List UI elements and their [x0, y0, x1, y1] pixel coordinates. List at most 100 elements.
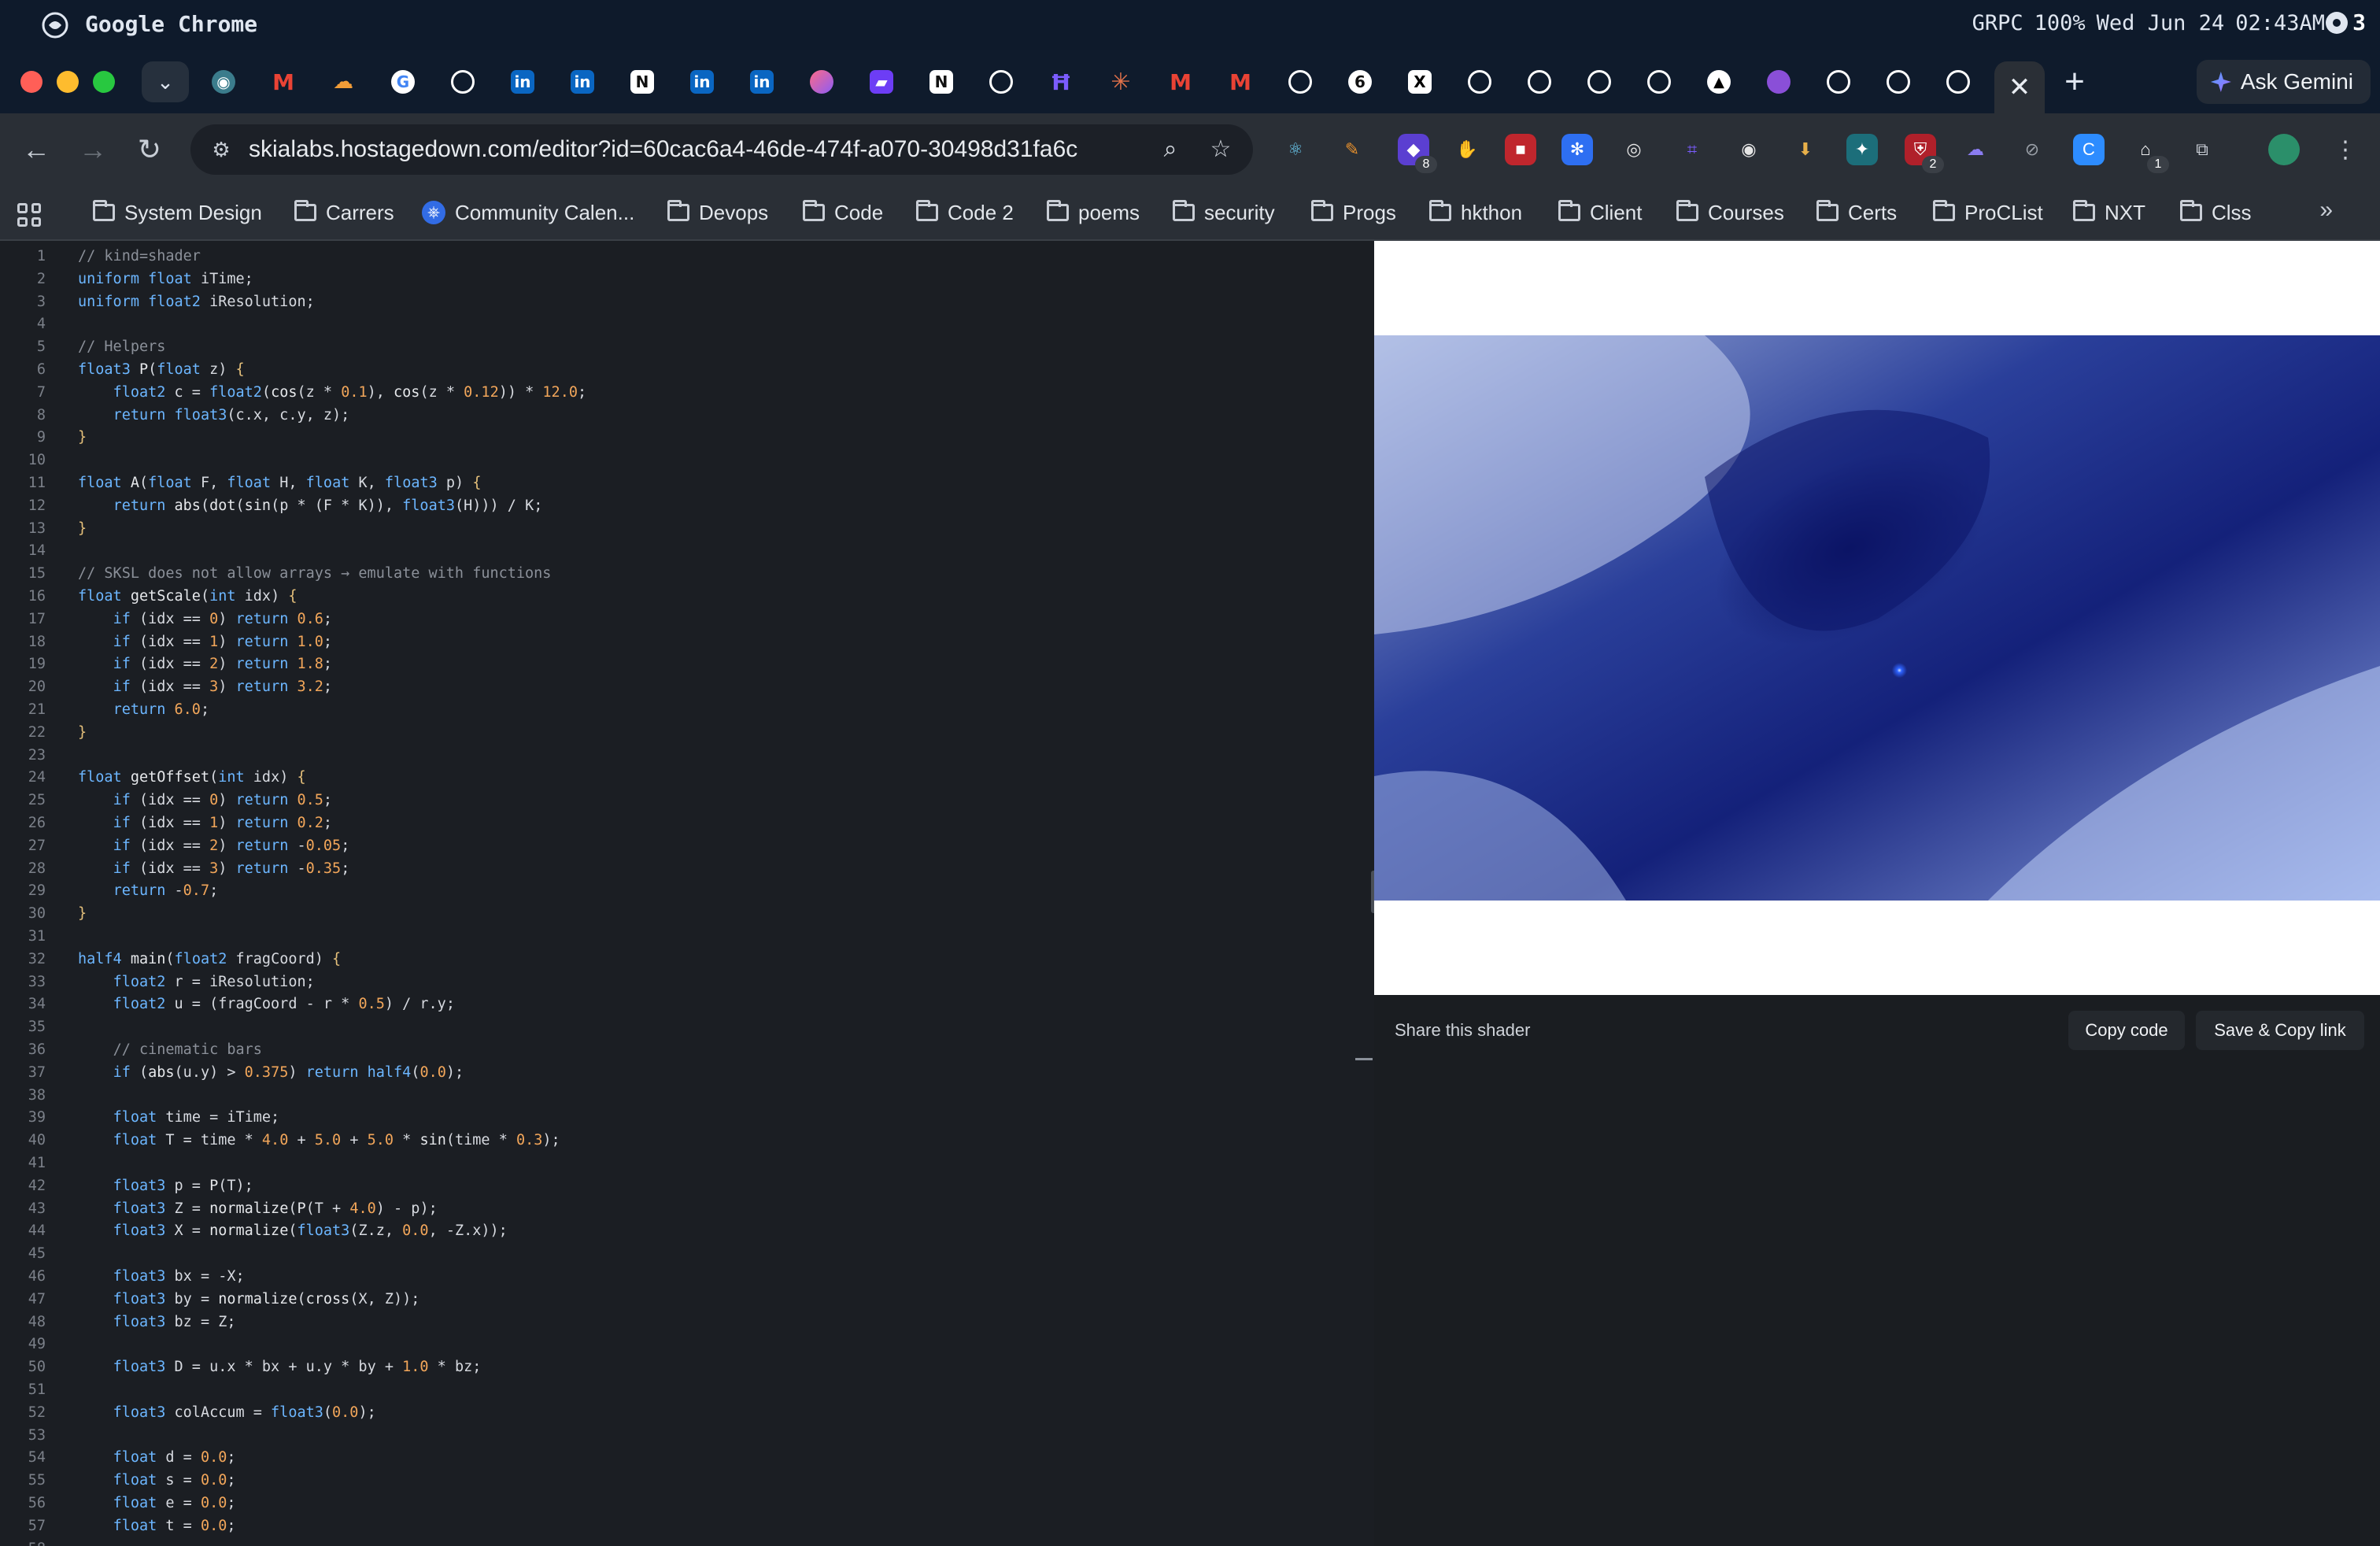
tab-linkedin[interactable]: in — [737, 61, 787, 102]
pen-extension-icon[interactable]: ✎ — [1336, 134, 1368, 165]
minimize-window-button[interactable] — [57, 71, 79, 93]
code-text[interactable]: // kind=shader — [78, 246, 201, 268]
status-item-battery[interactable]: 100% — [2034, 11, 2086, 35]
reload-button[interactable]: ↻ — [129, 129, 170, 170]
code-text[interactable]: float3 colAccum = float3(0.0); — [78, 1402, 376, 1424]
code-text[interactable]: float e = 0.0; — [78, 1492, 236, 1515]
code-text[interactable]: if (idx == 1) return 0.2; — [78, 812, 332, 834]
tab-notion[interactable]: N — [617, 61, 667, 102]
status-item-grpc[interactable]: GRPC — [1972, 11, 2023, 35]
save-copy-link-button[interactable]: Save & Copy link — [2196, 1011, 2364, 1050]
tab-app-purple[interactable]: ▰ — [856, 61, 907, 102]
bookmark-folder[interactable]: Devops — [667, 197, 768, 228]
code-text[interactable]: // cinematic bars — [78, 1039, 262, 1061]
code-text[interactable]: float s = 0.0; — [78, 1470, 236, 1492]
extension-ghost-icon[interactable]: ☁ — [1960, 134, 1991, 165]
extension-shield-icon[interactable]: ⛨ 2 — [1905, 134, 1944, 173]
apps-grid-icon[interactable] — [17, 203, 41, 227]
code-text[interactable]: float3 bz = Z; — [78, 1311, 236, 1333]
tab-app-purple[interactable] — [1754, 61, 1804, 102]
workspace-indicator[interactable]: 3 — [2326, 9, 2366, 35]
code-text[interactable]: float time = iTime; — [78, 1107, 280, 1129]
tab-github[interactable] — [1454, 61, 1505, 102]
code-text[interactable]: float3 X = normalize(float3(Z.z, 0.0, -Z… — [78, 1220, 508, 1242]
code-text[interactable]: if (abs(u.y) > 0.375) return half4(0.0); — [78, 1062, 464, 1084]
site-info-icon[interactable]: ⚙ — [208, 136, 235, 163]
tab-github[interactable] — [438, 61, 488, 102]
ask-gemini-button[interactable]: Ask Gemini — [2196, 60, 2371, 104]
code-text[interactable]: float3 Z = normalize(P(T + 4.0) - p); — [78, 1198, 438, 1220]
new-tab-button[interactable]: + — [2051, 58, 2098, 105]
code-text[interactable]: } — [78, 903, 87, 925]
bookmark-folder[interactable]: Certs — [1816, 197, 1897, 228]
code-text[interactable]: if (idx == 1) return 1.0; — [78, 631, 332, 653]
code-text[interactable]: if (idx == 2) return 1.8; — [78, 653, 332, 675]
code-text[interactable]: } — [78, 427, 87, 449]
tab-notion[interactable]: N — [916, 61, 966, 102]
back-button[interactable]: ← — [16, 129, 57, 170]
tab-app-violet[interactable]: Ħ — [1036, 61, 1086, 102]
tab-incognito[interactable]: ◉ — [198, 61, 249, 102]
active-app-name[interactable]: Google Chrome — [85, 11, 257, 37]
bookmark-folder[interactable]: Courses — [1676, 197, 1784, 228]
code-text[interactable]: if (idx == 0) return 0.5; — [78, 790, 332, 812]
tab-github[interactable] — [1873, 61, 1924, 102]
forward-button[interactable]: → — [72, 129, 113, 170]
tab-linkedin[interactable]: in — [677, 61, 727, 102]
code-text[interactable]: float2 c = float2(cos(z * 0.1), cos(z * … — [78, 382, 587, 404]
code-text[interactable]: float2 u = (fragCoord - r * 0.5) / r.y; — [78, 993, 455, 1015]
close-window-button[interactable] — [20, 71, 42, 93]
tab-app-circle[interactable]: 6 — [1335, 61, 1385, 102]
status-item-time[interactable]: 02:43AM — [2235, 11, 2325, 35]
code-text[interactable]: float3 bx = -X; — [78, 1266, 245, 1288]
zoom-icon[interactable]: ⌕ — [1152, 131, 1188, 168]
extension-grey-icon[interactable]: ⊘ — [2016, 134, 2048, 165]
bookmark-folder[interactable]: NXT — [2073, 197, 2145, 228]
code-text[interactable]: if (idx == 3) return 3.2; — [78, 676, 332, 698]
code-text[interactable]: float getScale(int idx) { — [78, 586, 297, 608]
copy-code-button[interactable]: Copy code — [2068, 1011, 2185, 1050]
code-text[interactable]: } — [78, 722, 87, 744]
code-text[interactable]: float A(float F, float H, float K, float… — [78, 472, 481, 494]
tab-linkedin[interactable]: in — [557, 61, 608, 102]
extension-orange-icon[interactable]: ✋ — [1451, 134, 1483, 165]
bookmark-folder[interactable]: poems — [1047, 197, 1140, 228]
code-text[interactable]: if (idx == 0) return 0.6; — [78, 608, 332, 631]
bookmark-folder[interactable]: security — [1173, 197, 1275, 228]
tab-active[interactable]: ✕ — [1994, 61, 2045, 113]
tab-x[interactable]: X — [1395, 61, 1445, 102]
bookmark-item[interactable]: ⎈ Community Calen... — [422, 197, 634, 228]
profile-avatar[interactable] — [2268, 134, 2300, 165]
status-item-date[interactable]: Wed Jun 24 — [2097, 11, 2225, 35]
code-text[interactable]: return -0.7; — [78, 880, 219, 902]
fullscreen-window-button[interactable] — [93, 71, 115, 93]
extension-c-icon[interactable]: C — [2073, 134, 2105, 165]
code-text[interactable]: float3 P(float z) { — [78, 359, 245, 381]
react-devtools-icon[interactable]: ⚛ — [1280, 134, 1311, 165]
tab-github[interactable] — [1275, 61, 1325, 102]
code-text[interactable]: half4 main(float2 fragCoord) { — [78, 949, 341, 971]
tab-google[interactable]: G — [378, 61, 428, 102]
more-bookmarks-chevron-icon[interactable]: » — [2319, 197, 2333, 224]
tab-github[interactable] — [1933, 61, 1983, 102]
code-text[interactable]: return abs(dot(sin(p * (F * K)), float3(… — [78, 495, 543, 517]
extension-download-icon[interactable]: ⬇ — [1790, 134, 1821, 165]
tab-github[interactable] — [1813, 61, 1864, 102]
bookmark-folder[interactable]: Progs — [1311, 197, 1396, 228]
extension-purple-icon[interactable]: ◆ 8 — [1398, 134, 1437, 173]
extension-blue-icon[interactable]: ✻ — [1561, 134, 1593, 165]
extension-crop-icon[interactable]: ⌗ — [1676, 134, 1708, 165]
code-text[interactable]: // Helpers — [78, 336, 165, 358]
code-text[interactable]: float3 p = P(T); — [78, 1175, 253, 1197]
bookmark-star-icon[interactable]: ☆ — [1203, 131, 1239, 168]
code-text[interactable]: } — [78, 518, 87, 540]
code-text[interactable]: if (idx == 2) return -0.05; — [78, 835, 350, 857]
code-text[interactable]: float d = 0.0; — [78, 1447, 236, 1469]
app-logo-icon[interactable] — [38, 9, 72, 41]
bookmark-folder[interactable]: System Design — [93, 197, 262, 228]
url-text[interactable]: skialabs.hostagedown.com/editor?id=60cac… — [249, 136, 1152, 163]
tab-app-pink[interactable] — [796, 61, 847, 102]
code-text[interactable]: return float3(c.x, c.y, z); — [78, 405, 350, 427]
tab-cloud[interactable]: ☁ — [318, 61, 368, 102]
tab-gmail[interactable]: M — [1155, 61, 1206, 102]
